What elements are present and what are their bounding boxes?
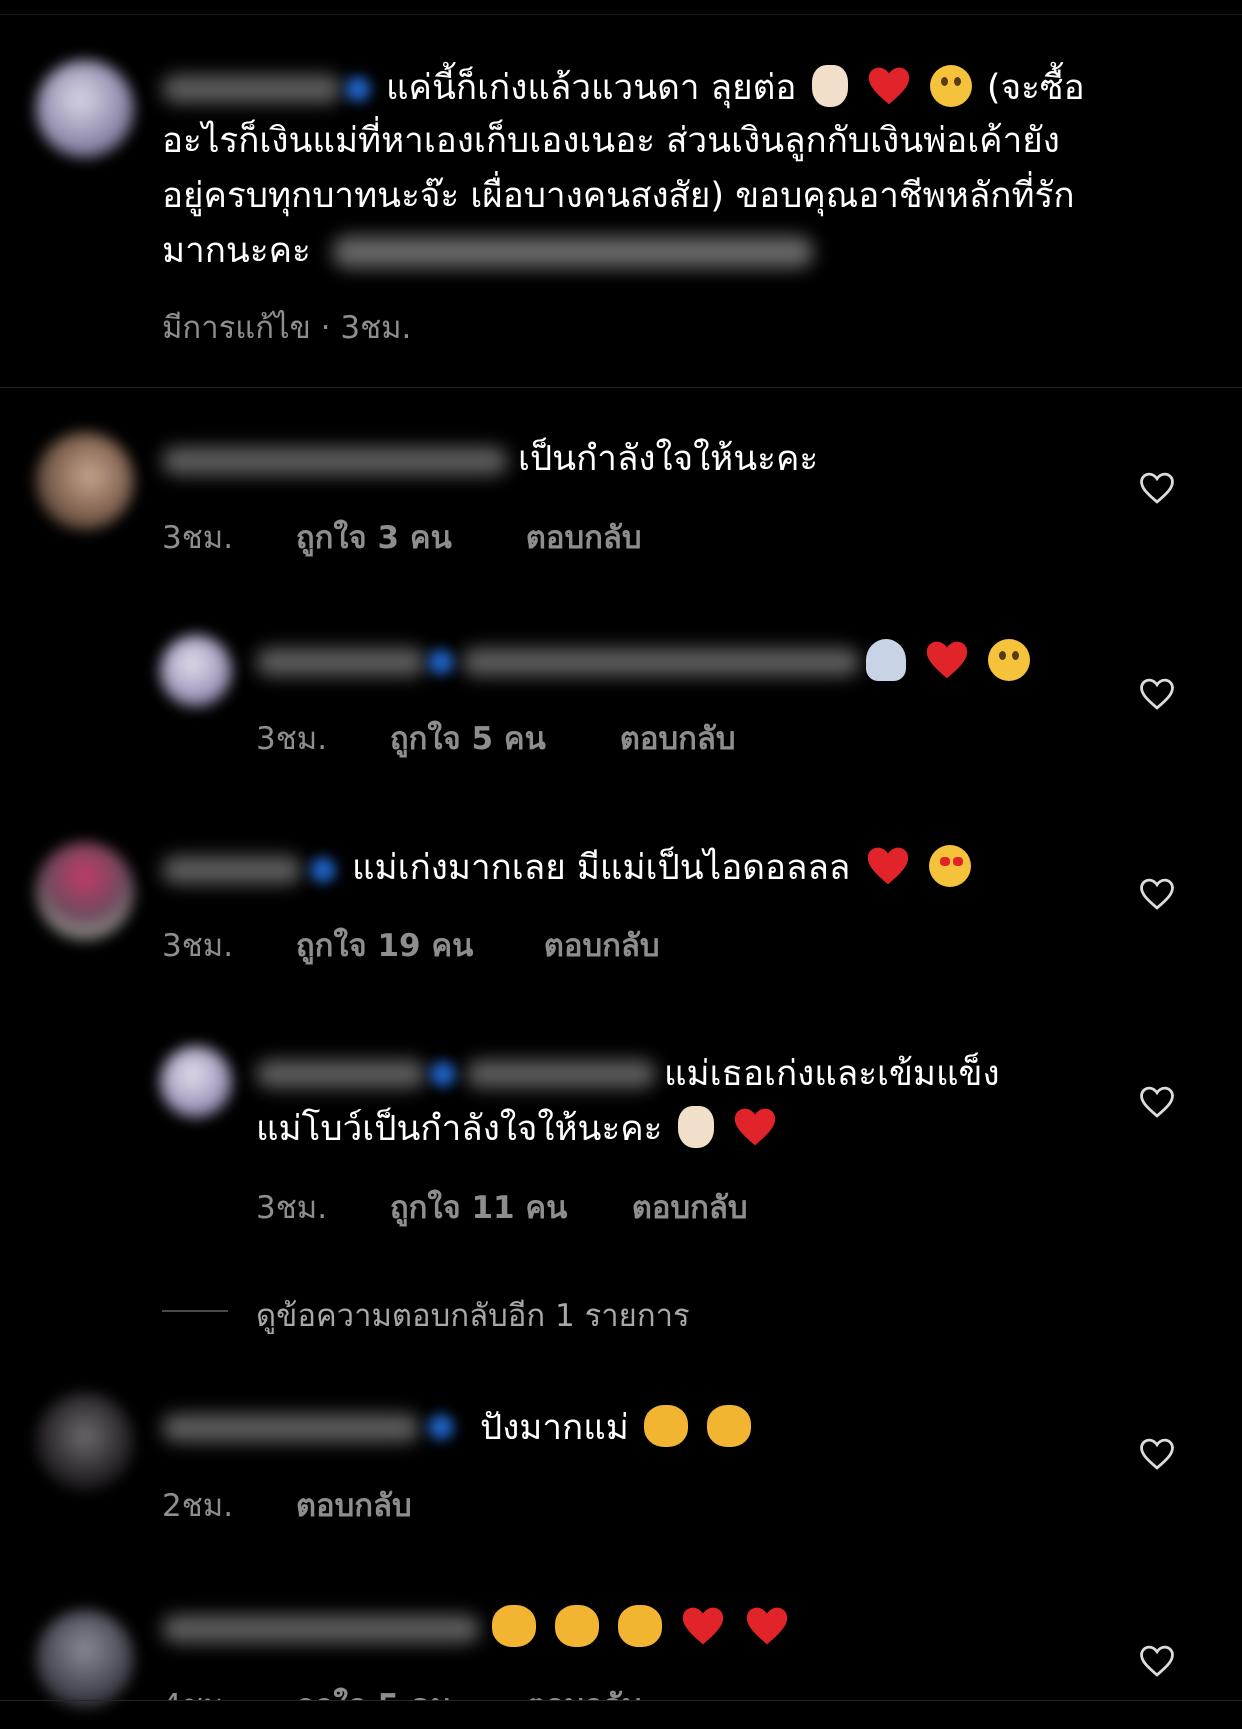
username-blurred[interactable] (162, 447, 508, 475)
reply-button[interactable]: ตอบกลับ (620, 713, 736, 763)
verified-badge-icon (310, 857, 336, 883)
caption-text: แค่นี้ก็เก่งแล้วแวนดา ลุยต่อ (386, 68, 797, 108)
avatar[interactable] (36, 1610, 134, 1708)
red-heart-icon (681, 1605, 725, 1647)
comment-text-body: แม่โบว์เป็นกำลังใจให้นะคะ (256, 1109, 663, 1149)
mention-blurred[interactable] (333, 236, 813, 268)
heart-eyes-face-icon (928, 845, 971, 887)
avatar[interactable] (36, 60, 134, 158)
caption-line-3: อยู่ครบทุกบาทนะจ๊ะ เผื่อบางคนสงสัย) ขอบค… (162, 176, 1075, 216)
clapping-hands-icon (618, 1605, 663, 1647)
comment-text: เป็นกำลังใจให้นะคะ (518, 439, 819, 479)
likes-count[interactable]: ถูกใจ 5 คน (390, 713, 610, 763)
likes-count[interactable]: ถูกใจ 5 คน (296, 1680, 516, 1700)
comment-time: 3ชม. (162, 928, 234, 964)
like-heart-icon[interactable] (1138, 677, 1176, 711)
red-heart-icon (925, 639, 969, 681)
comment-text-line-1: แม่เธอเก่งและเข้มแข็ง (664, 1054, 1000, 1094)
username-blurred[interactable] (256, 1060, 426, 1088)
likes-count[interactable]: ถูกใจ 11 คน (390, 1182, 622, 1232)
caption-text: มากนะคะ (162, 231, 311, 271)
reply-button[interactable]: ตอบกลับ (526, 512, 642, 562)
red-heart-icon (745, 1605, 789, 1647)
likes-count[interactable]: ถูกใจ 3 คน (296, 512, 516, 562)
mention-blurred[interactable] (466, 1060, 656, 1088)
caption-line-2: อะไรก็เงินแม่ที่หาเองเก็บเองเนอะ ส่วนเงิ… (162, 121, 1060, 161)
comment-text-body: ปังมากแม่ (480, 1408, 629, 1448)
username-blurred[interactable] (256, 648, 426, 676)
verified-badge-icon (428, 1414, 454, 1440)
avatar[interactable] (160, 1046, 232, 1118)
section-divider (0, 387, 1242, 388)
username-blurred[interactable] (162, 75, 342, 103)
avatar[interactable] (36, 842, 134, 940)
username-blurred[interactable] (162, 856, 302, 884)
clapping-hands-icon (644, 1405, 688, 1447)
caption-line-4: มากนะคะ (162, 225, 311, 278)
comment-time: 3ชม. (162, 520, 234, 556)
avatar[interactable] (160, 635, 232, 707)
reply-button[interactable]: ตอบกลับ (296, 1480, 412, 1530)
comment-text: ปังมากแม่ (480, 1402, 755, 1455)
face-blowing-kiss-icon (929, 65, 972, 107)
reply-button[interactable]: ตอบกลับ (526, 1680, 642, 1700)
caption-text: (จะซื้อ (986, 68, 1085, 108)
clapping-hands-icon (555, 1605, 600, 1647)
view-more-line (162, 1310, 228, 1312)
like-heart-icon[interactable] (1138, 1644, 1176, 1678)
username-blurred[interactable] (162, 1414, 420, 1442)
like-heart-icon[interactable] (1138, 877, 1176, 911)
reply-button[interactable]: ตอบกลับ (544, 920, 660, 970)
comment-text: แม่เก่งมากเลย มีแม่เป็นไอดอลลล (352, 842, 975, 895)
bottom-divider (0, 1700, 1242, 1701)
comment-meta: 3ชม. ถูกใจ 3 คน ตอบกลับ (162, 512, 642, 562)
likes-count[interactable]: ถูกใจ 19 คน (296, 920, 534, 970)
red-heart-icon (733, 1106, 777, 1148)
like-heart-icon[interactable] (1138, 471, 1176, 505)
comment-time: 3ชม. (256, 1190, 328, 1226)
red-heart-icon (866, 845, 910, 887)
verified-badge-icon (345, 76, 371, 102)
mention-blurred[interactable] (462, 648, 860, 676)
comment-meta: 2ชม. ตอบกลับ (162, 1480, 412, 1530)
comment-meta: 3ชม. ถูกใจ 5 คน ตอบกลับ (256, 713, 736, 763)
avatar[interactable] (36, 432, 134, 530)
comment-meta: 3ชม. ถูกใจ 11 คน ตอบกลับ (256, 1182, 748, 1232)
view-more-replies-button[interactable]: ดูข้อความตอบกลับอีก 1 รายการ (256, 1290, 690, 1340)
reply-button[interactable]: ตอบกลับ (632, 1182, 748, 1232)
comment-meta: 4ชม. ถูกใจ 5 คน ตอบกลับ (162, 1680, 642, 1700)
comment-text-line-2: แม่โบว์เป็นกำลังใจให้นะคะ (256, 1103, 781, 1156)
comment-time: 3ชม. (256, 721, 328, 757)
victory-hand-icon (811, 65, 848, 107)
comment-text-body: แม่เก่งมากเลย มีแม่เป็นไอดอลลล (352, 848, 851, 888)
caption-meta: มีการแก้ไข · 3ชม. (162, 310, 412, 346)
victory-hand-icon (677, 1106, 714, 1148)
comment-time: 2ชม. (162, 1488, 234, 1524)
clapping-hands-icon (492, 1605, 536, 1647)
caption-line-1: แค่นี้ก็เก่งแล้วแวนดา ลุยต่อ (จะซื้อ (386, 62, 1085, 115)
like-heart-icon[interactable] (1138, 1437, 1176, 1471)
comment-emojis (862, 636, 1034, 689)
clapping-hands-icon (707, 1405, 752, 1447)
verified-badge-icon (428, 649, 454, 675)
comment-meta: 3ชม. ถูกใจ 19 คน ตอบกลับ (162, 920, 660, 970)
username-blurred[interactable] (162, 1615, 480, 1643)
like-heart-icon[interactable] (1138, 1085, 1176, 1119)
comment-emojis (488, 1602, 793, 1655)
verified-badge-icon (430, 1061, 456, 1087)
comment-time: 4ชม. (162, 1680, 286, 1700)
face-blowing-kiss-icon (988, 639, 1031, 681)
red-heart-icon (867, 65, 911, 107)
top-divider (0, 14, 1242, 15)
avatar[interactable] (36, 1392, 134, 1490)
folded-hands-icon (866, 639, 906, 681)
